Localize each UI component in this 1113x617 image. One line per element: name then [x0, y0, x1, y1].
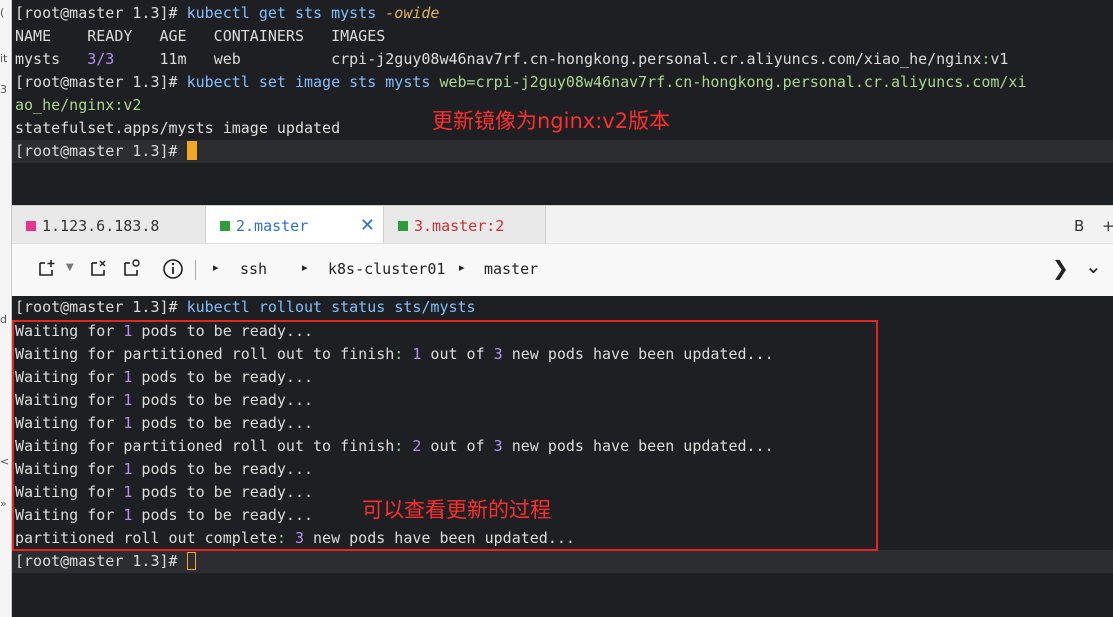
- close-tab-icon[interactable]: [89, 258, 109, 283]
- terminal-line: ao_he/nginx:v2: [15, 96, 142, 114]
- margin-glyph: (: [0, 6, 5, 19]
- chevron-down-icon[interactable]: ⌄: [1085, 254, 1102, 278]
- tab-bar: 1.123.6.183.8 2.master ✕ 3.master:2 B +: [12, 205, 1113, 244]
- table-row: mysts 3/3 11m web crpi-j2guy08w46nav7rf.…: [15, 50, 1009, 68]
- new-tab-icon[interactable]: [37, 258, 57, 283]
- highlight-box: [12, 320, 878, 551]
- terminal-line: [root@master 1.3]# kubectl set image sts…: [15, 73, 1027, 91]
- tab-color-icon: [398, 221, 408, 231]
- new-tab-plus-icon[interactable]: +: [1102, 206, 1113, 244]
- breadcrumb-arrow-icon: ▸: [459, 261, 465, 274]
- terminal-prompt-line[interactable]: [root@master 1.3]#: [15, 140, 197, 163]
- toolbar-separator: [195, 260, 196, 280]
- terminal-top-pane[interactable]: [root@master 1.3]# kubectl get sts mysts…: [12, 0, 1113, 205]
- tab-color-icon: [220, 221, 230, 231]
- terminal-prompt-line[interactable]: [root@master 1.3]#: [15, 550, 196, 573]
- table-header: NAME READY AGE CONTAINERS IMAGES: [15, 27, 386, 45]
- tab-close-icon[interactable]: ✕: [360, 206, 375, 246]
- terminal-cursor: [186, 141, 197, 160]
- info-icon[interactable]: [162, 258, 184, 285]
- duplicate-tab-icon[interactable]: [122, 258, 142, 283]
- annotation-update-image: 更新镜像为nginx:v2版本: [432, 109, 671, 133]
- breadcrumb-arrow-icon: ▸: [302, 261, 308, 274]
- breadcrumb-ssh[interactable]: ssh: [240, 260, 267, 278]
- dropdown-icon[interactable]: ▼: [66, 262, 74, 273]
- margin-glyph: it: [0, 52, 8, 65]
- breadcrumb-arrow-icon: ▸: [213, 261, 219, 274]
- terminal-line: [root@master 1.3]# kubectl rollout statu…: [15, 298, 476, 316]
- tab-color-icon: [26, 221, 36, 231]
- tab-session-2[interactable]: 2.master ✕: [206, 206, 384, 244]
- breadcrumb-master[interactable]: master: [484, 260, 538, 278]
- terminal-line: [root@master 1.3]# kubectl get sts mysts…: [15, 4, 440, 22]
- terminal-output: statefulset.apps/mysts image updated: [15, 119, 341, 137]
- tab-session-1[interactable]: 1.123.6.183.8: [12, 206, 206, 244]
- margin-glyph: <: [0, 455, 10, 468]
- left-margin-strip: ( it 3 d < »: [0, 0, 12, 617]
- margin-glyph: »: [0, 497, 7, 510]
- margin-glyph: d: [0, 313, 7, 326]
- breadcrumb-cluster[interactable]: k8s-cluster01: [328, 260, 445, 278]
- terminal-cursor: [186, 552, 196, 570]
- tab-overflow-label[interactable]: B: [1074, 206, 1084, 244]
- session-toolbar: ▼ ▸ ssh ▸ k8s-cluster01 ▸ master ❯ ⌄: [12, 243, 1113, 298]
- margin-glyph: 3: [0, 83, 7, 96]
- tab-session-3[interactable]: 3.master:2: [384, 206, 546, 244]
- chevron-right-icon[interactable]: ❯: [1052, 256, 1069, 280]
